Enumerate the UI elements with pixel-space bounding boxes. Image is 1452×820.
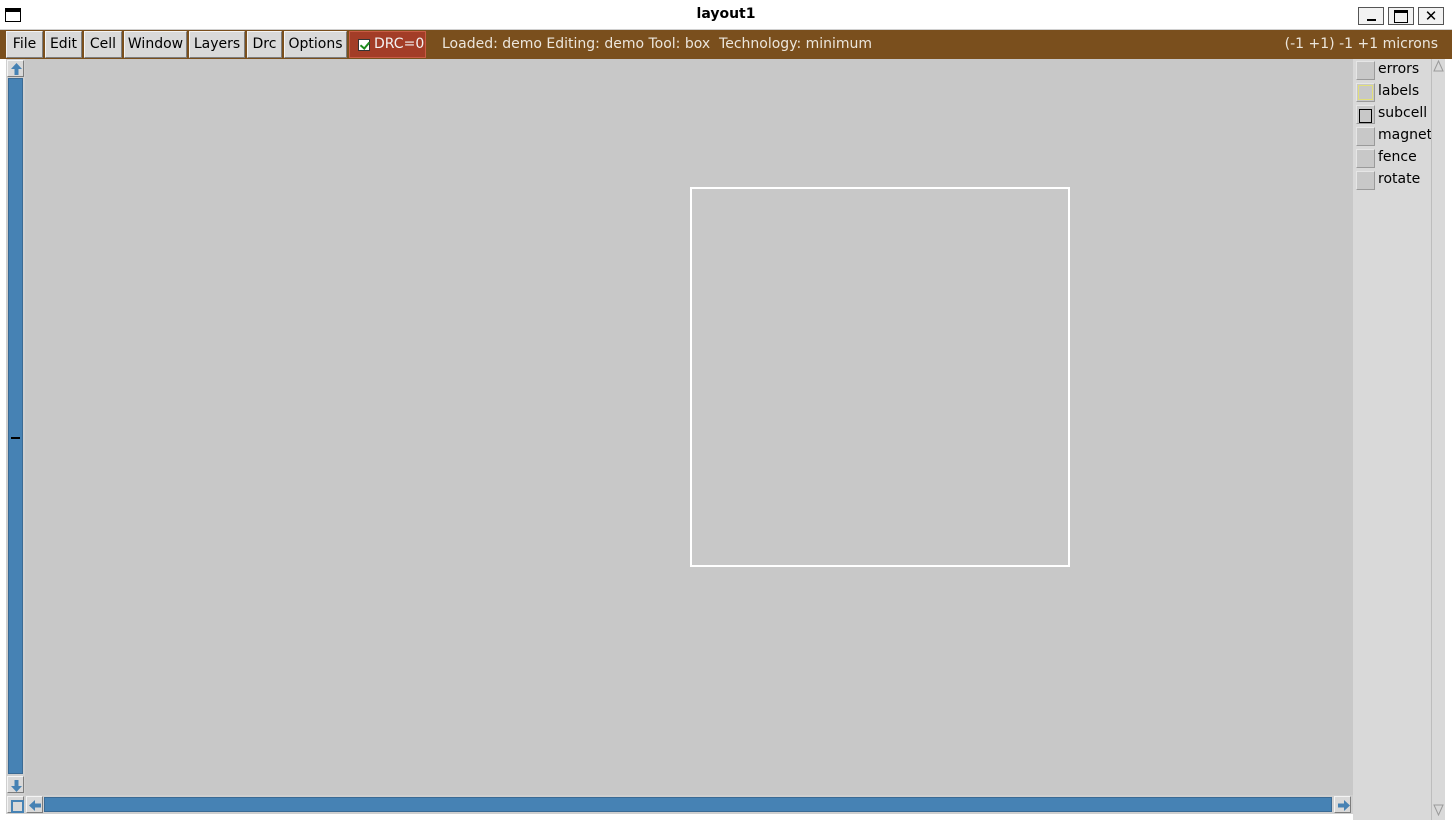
zoom-box-icon[interactable] [7, 796, 24, 813]
layer-swatch[interactable] [1356, 105, 1375, 124]
arrow-down-icon [11, 780, 22, 792]
layer-panel-scrollbar[interactable] [1431, 59, 1445, 820]
drc-toggle[interactable]: DRC=0 [349, 31, 426, 58]
layer-item-errors[interactable]: errors [1355, 59, 1431, 80]
menu-cell[interactable]: Cell [84, 31, 122, 58]
layer-item-rotate[interactable]: rotate [1355, 169, 1431, 190]
arrow-right-icon [1338, 800, 1350, 811]
arrow-up-icon [11, 63, 22, 75]
layer-swatch[interactable] [1356, 171, 1375, 190]
menu-bar: File Edit Cell Window Layers Drc Options… [0, 30, 1452, 59]
layer-name: subcell [1378, 105, 1428, 121]
layer-item-labels[interactable]: labels [1355, 81, 1431, 102]
bottom-frame [0, 814, 1353, 820]
window-title: layout1 [696, 6, 756, 22]
minimize-button[interactable] [1358, 7, 1384, 25]
close-button[interactable]: ✕ [1418, 7, 1444, 25]
scroll-left-button[interactable] [26, 796, 43, 813]
vertical-scroll-thumb[interactable] [8, 78, 23, 774]
layer-panel: errors labels subcell magnet fence rotat… [1353, 59, 1433, 820]
close-icon: ✕ [1424, 6, 1438, 25]
drc-checkbox-icon[interactable] [358, 39, 370, 51]
menu-layers[interactable]: Layers [189, 31, 245, 58]
scroll-down-button[interactable] [7, 776, 24, 793]
scroll-up-button[interactable] [7, 60, 24, 77]
scroll-right-button[interactable] [1334, 796, 1351, 813]
cursor-box [690, 187, 1070, 567]
menu-window[interactable]: Window [124, 31, 187, 58]
arrow-left-icon [29, 800, 41, 811]
arrow-up-icon[interactable] [1433, 60, 1444, 72]
layer-name: magnet [1378, 127, 1433, 143]
layout-canvas[interactable] [25, 59, 1353, 795]
menu-file[interactable]: File [6, 31, 43, 58]
layer-item-fence[interactable]: fence [1355, 147, 1431, 168]
status-text: Loaded: demo Editing: demo Tool: box Tec… [442, 36, 873, 52]
layer-swatch[interactable] [1356, 83, 1375, 102]
layer-name: rotate [1378, 171, 1421, 187]
layer-name: errors [1378, 61, 1420, 77]
layer-name: labels [1378, 83, 1420, 99]
right-frame [1445, 59, 1452, 820]
horizontal-scrollbar[interactable] [6, 795, 1353, 814]
coordinate-readout: (-1 +1) -1 +1 microns [1284, 36, 1438, 52]
drc-label: DRC=0 [374, 36, 425, 52]
menu-options[interactable]: Options [284, 31, 347, 58]
layer-name: fence [1378, 149, 1417, 165]
layer-item-magnet[interactable]: magnet [1355, 125, 1433, 146]
arrow-down-icon[interactable] [1433, 804, 1444, 816]
menu-edit[interactable]: Edit [45, 31, 82, 58]
layer-item-subcell[interactable]: subcell [1355, 103, 1431, 124]
horizontal-scroll-thumb[interactable] [44, 797, 1332, 812]
maximize-button[interactable] [1388, 7, 1414, 25]
title-bar: layout1 ✕ [0, 0, 1452, 30]
menu-drc[interactable]: Drc [247, 31, 282, 58]
layer-swatch[interactable] [1356, 61, 1375, 80]
vertical-scroll-marker [11, 437, 20, 439]
layer-swatch[interactable] [1356, 127, 1375, 146]
vertical-scrollbar[interactable] [6, 59, 25, 795]
layer-swatch[interactable] [1356, 149, 1375, 168]
